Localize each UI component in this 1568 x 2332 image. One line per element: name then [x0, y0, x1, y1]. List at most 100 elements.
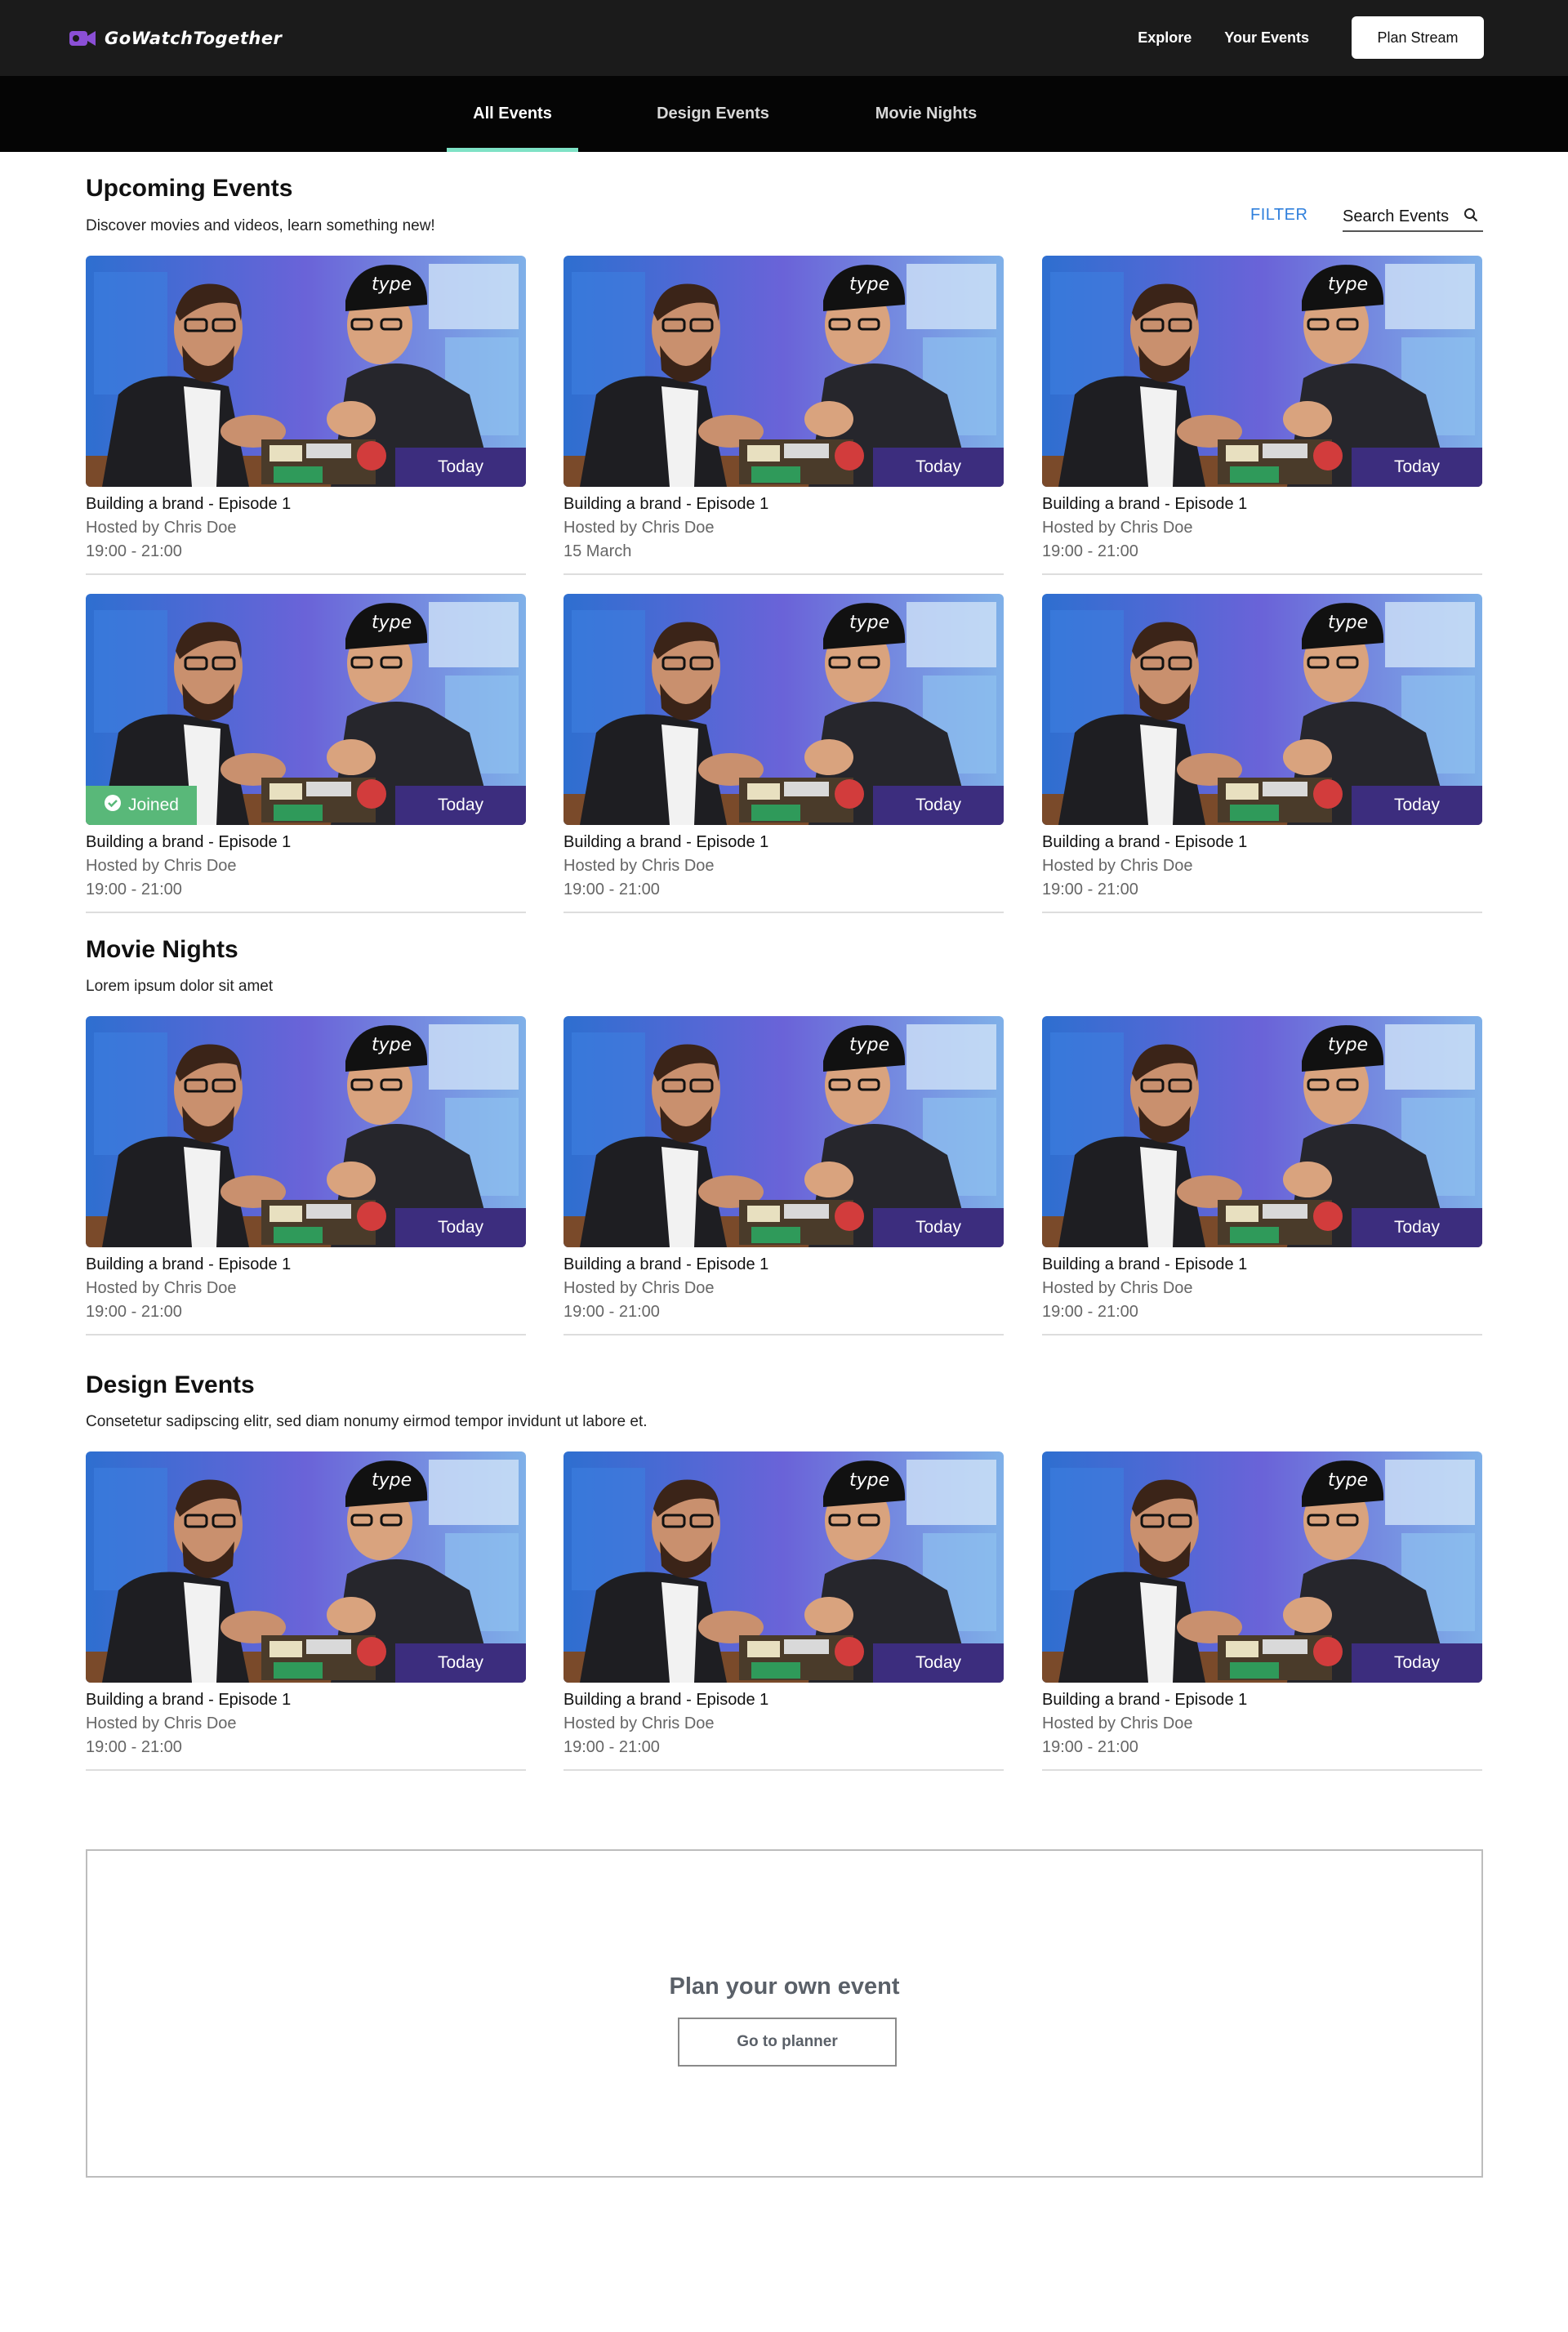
brand-name: GoWatchTogether — [105, 29, 283, 48]
event-card[interactable]: Today Building a brand - Episode 1 Hosted … — [86, 1016, 526, 1335]
event-card[interactable]: Today Building a brand - Episode 1 Hosted … — [1042, 594, 1482, 913]
brand-logo[interactable]: GoWatchTogether — [69, 26, 282, 51]
event-title[interactable]: Building a brand - Episode 1 — [564, 495, 768, 514]
card-divider — [1042, 1769, 1482, 1771]
tab-design-events[interactable]: Design Events — [645, 76, 781, 152]
section-subtitle-movie-nights: Lorem ipsum dolor sit amet — [86, 978, 274, 995]
category-tabs: All Events Design Events Movie Nights — [0, 76, 1568, 152]
card-divider — [86, 1334, 526, 1335]
search-box — [1343, 203, 1483, 232]
plan-stream-button[interactable]: Plan Stream — [1352, 16, 1484, 59]
event-title[interactable]: Building a brand - Episode 1 — [1042, 833, 1247, 852]
card-divider — [564, 1769, 1004, 1771]
event-host: Hosted by Chris Doe — [564, 519, 715, 537]
event-thumbnail[interactable]: Today — [86, 256, 526, 487]
top-navigation-bar: GoWatchTogether Explore Your Events Plan… — [0, 0, 1568, 76]
event-thumbnail[interactable]: Today — [1042, 256, 1482, 487]
card-divider — [1042, 1334, 1482, 1335]
search-icon[interactable] — [1463, 207, 1478, 226]
section-title-design-events: Design Events — [86, 1371, 255, 1398]
date-badge: Today — [1352, 1643, 1482, 1683]
event-time: 19:00 - 21:00 — [1042, 881, 1138, 898]
event-time: 19:00 - 21:00 — [1042, 542, 1138, 560]
event-host: Hosted by Chris Doe — [86, 1714, 237, 1732]
event-card[interactable]: Today Building a brand - Episode 1 Hosted … — [1042, 256, 1482, 575]
search-input[interactable] — [1343, 207, 1457, 226]
event-title[interactable]: Building a brand - Episode 1 — [564, 833, 768, 852]
event-time: 19:00 - 21:00 — [564, 1303, 660, 1321]
date-badge: Today — [395, 786, 526, 825]
card-divider — [1042, 573, 1482, 575]
event-card[interactable]: Today Building a brand - Episode 1 Hosted … — [1042, 1016, 1482, 1335]
card-divider — [86, 573, 526, 575]
event-thumbnail[interactable]: Today — [1042, 1016, 1482, 1247]
plan-event-title: Plan your own event — [669, 1973, 900, 2000]
event-host: Hosted by Chris Doe — [1042, 857, 1193, 875]
event-time: 19:00 - 21:00 — [86, 1738, 182, 1756]
event-card[interactable]: Today Building a brand - Episode 1 Hosted … — [86, 256, 526, 575]
event-time: 19:00 - 21:00 — [564, 881, 660, 898]
event-host: Hosted by Chris Doe — [564, 1714, 715, 1732]
event-thumbnail[interactable]: Today — [86, 1451, 526, 1683]
event-thumbnail[interactable]: Today — [564, 1016, 1004, 1247]
event-time: 19:00 - 21:00 — [86, 881, 182, 898]
event-host: Hosted by Chris Doe — [1042, 519, 1193, 537]
date-badge: Today — [873, 786, 1004, 825]
event-thumbnail[interactable]: Today — [86, 1016, 526, 1247]
event-title[interactable]: Building a brand - Episode 1 — [86, 833, 291, 852]
go-to-planner-button[interactable]: Go to planner — [678, 2018, 897, 2067]
event-card[interactable]: Today Building a brand - Episode 1 Hosted … — [86, 1451, 526, 1771]
date-badge: Today — [395, 1208, 526, 1247]
section-subtitle-upcoming: Discover movies and videos, learn someth… — [86, 217, 435, 234]
nav-link-your-events[interactable]: Your Events — [1224, 29, 1309, 47]
date-badge: Today — [1352, 1208, 1482, 1247]
date-badge: Today — [395, 1643, 526, 1683]
event-title[interactable]: Building a brand - Episode 1 — [86, 1255, 291, 1274]
filter-button[interactable]: FILTER — [1250, 206, 1307, 225]
event-time: 19:00 - 21:00 — [86, 542, 182, 560]
event-thumbnail[interactable]: Today — [1042, 1451, 1482, 1683]
event-host: Hosted by Chris Doe — [564, 1279, 715, 1297]
event-thumbnail[interactable]: Joined Today — [86, 594, 526, 825]
event-title[interactable]: Building a brand - Episode 1 — [86, 495, 291, 514]
event-thumbnail[interactable]: Today — [1042, 594, 1482, 825]
tab-movie-nights[interactable]: Movie Nights — [861, 76, 991, 152]
card-divider — [564, 573, 1004, 575]
event-title[interactable]: Building a brand - Episode 1 — [1042, 1691, 1247, 1710]
event-time: 19:00 - 21:00 — [1042, 1303, 1138, 1321]
event-thumbnail[interactable]: Today — [564, 256, 1004, 487]
event-card[interactable]: Today Building a brand - Episode 1 Hosted … — [564, 1451, 1004, 1771]
event-title[interactable]: Building a brand - Episode 1 — [1042, 495, 1247, 514]
date-badge: Today — [873, 448, 1004, 487]
event-card[interactable]: Today Building a brand - Episode 1 Hosted … — [564, 1016, 1004, 1335]
joined-badge: Joined — [86, 786, 197, 825]
joined-label: Joined — [128, 796, 179, 814]
section-subtitle-design-events: Consetetur sadipscing elitr, sed diam no… — [86, 1413, 648, 1430]
video-camera-icon — [69, 29, 96, 48]
event-title[interactable]: Building a brand - Episode 1 — [86, 1691, 291, 1710]
event-card[interactable]: Today Building a brand - Episode 1 Hosted … — [1042, 1451, 1482, 1771]
event-host: Hosted by Chris Doe — [1042, 1714, 1193, 1732]
date-badge: Today — [873, 1643, 1004, 1683]
event-host: Hosted by Chris Doe — [564, 857, 715, 875]
event-title[interactable]: Building a brand - Episode 1 — [1042, 1255, 1247, 1274]
tab-all-events[interactable]: All Events — [447, 76, 578, 152]
event-host: Hosted by Chris Doe — [86, 519, 237, 537]
event-host: Hosted by Chris Doe — [1042, 1279, 1193, 1297]
date-badge: Today — [1352, 448, 1482, 487]
event-time: 19:00 - 21:00 — [564, 1738, 660, 1756]
card-divider — [564, 1334, 1004, 1335]
event-card[interactable]: Today Building a brand - Episode 1 Hosted … — [564, 256, 1004, 575]
event-time: 19:00 - 21:00 — [86, 1303, 182, 1321]
event-card[interactable]: Joined Today Building a brand - Episode 1 H… — [86, 594, 526, 913]
nav-link-explore[interactable]: Explore — [1138, 29, 1192, 47]
event-thumbnail[interactable]: Today — [564, 594, 1004, 825]
event-thumbnail[interactable]: Today — [564, 1451, 1004, 1683]
event-host: Hosted by Chris Doe — [86, 857, 237, 875]
card-divider — [564, 912, 1004, 913]
plan-event-panel: Plan your own event Go to planner — [86, 1849, 1483, 2178]
card-divider — [86, 912, 526, 913]
event-title[interactable]: Building a brand - Episode 1 — [564, 1691, 768, 1710]
event-card[interactable]: Today Building a brand - Episode 1 Hosted … — [564, 594, 1004, 913]
event-title[interactable]: Building a brand - Episode 1 — [564, 1255, 768, 1274]
